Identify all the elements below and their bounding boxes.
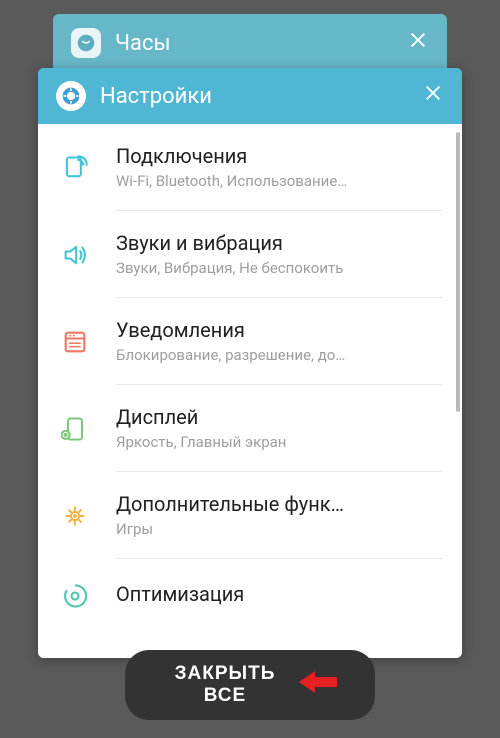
advanced-icon	[58, 499, 92, 533]
setting-subtitle: Wi-Fi, Bluetooth, Использование…	[116, 172, 442, 190]
setting-title: Оптимизация	[116, 582, 442, 606]
setting-title: Дисплей	[116, 405, 442, 429]
recent-app-card-settings[interactable]: Настройки Подключения Wi-Fi, Bluetooth, …	[38, 68, 462, 658]
setting-item-optimization[interactable]: Оптимизация	[38, 559, 462, 633]
close-all-label: ЗАКРЫТЬ ВСЕ	[163, 663, 287, 707]
close-all-button[interactable]: ЗАКРЫТЬ ВСЕ	[125, 650, 375, 720]
close-settings-card-button[interactable]	[422, 81, 444, 111]
setting-item-advanced[interactable]: Дополнительные функ… Игры	[38, 472, 462, 559]
notifications-icon	[58, 325, 92, 359]
setting-item-sounds[interactable]: Звуки и вибрация Звуки, Вибрация, Не бес…	[38, 211, 462, 298]
red-arrow-icon	[299, 670, 337, 700]
setting-subtitle: Блокирование, разрешение, до…	[116, 346, 442, 364]
settings-app-icon	[56, 81, 86, 111]
optimization-icon	[58, 579, 92, 613]
settings-app-title: Настройки	[100, 84, 422, 109]
setting-subtitle: Звуки, Вибрация, Не беспокоить	[116, 259, 442, 277]
sound-icon	[58, 238, 92, 272]
setting-item-connections[interactable]: Подключения Wi-Fi, Bluetooth, Использова…	[38, 124, 462, 211]
settings-card-header: Настройки	[38, 68, 462, 124]
setting-item-display[interactable]: Дисплей Яркость, Главный экран	[38, 385, 462, 472]
setting-title: Звуки и вибрация	[116, 231, 442, 255]
scrollbar[interactable]	[456, 132, 460, 412]
setting-item-notifications[interactable]: Уведомления Блокирование, разрешение, до…	[38, 298, 462, 385]
recent-app-card-clock[interactable]: Часы	[53, 14, 447, 72]
setting-title: Уведомления	[116, 318, 442, 342]
close-clock-card-button[interactable]	[407, 28, 429, 58]
setting-title: Дополнительные функ…	[116, 492, 442, 516]
clock-icon-glyph	[75, 32, 97, 54]
settings-list-container: Подключения Wi-Fi, Bluetooth, Использова…	[38, 124, 462, 658]
setting-title: Подключения	[116, 144, 442, 168]
setting-subtitle: Игры	[116, 520, 442, 538]
gear-icon	[61, 86, 81, 106]
connections-icon	[58, 151, 92, 185]
clock-app-title: Часы	[115, 31, 407, 56]
clock-app-icon	[71, 28, 101, 58]
display-icon	[58, 412, 92, 446]
settings-list[interactable]: Подключения Wi-Fi, Bluetooth, Использова…	[38, 124, 462, 633]
setting-subtitle: Яркость, Главный экран	[116, 433, 442, 451]
